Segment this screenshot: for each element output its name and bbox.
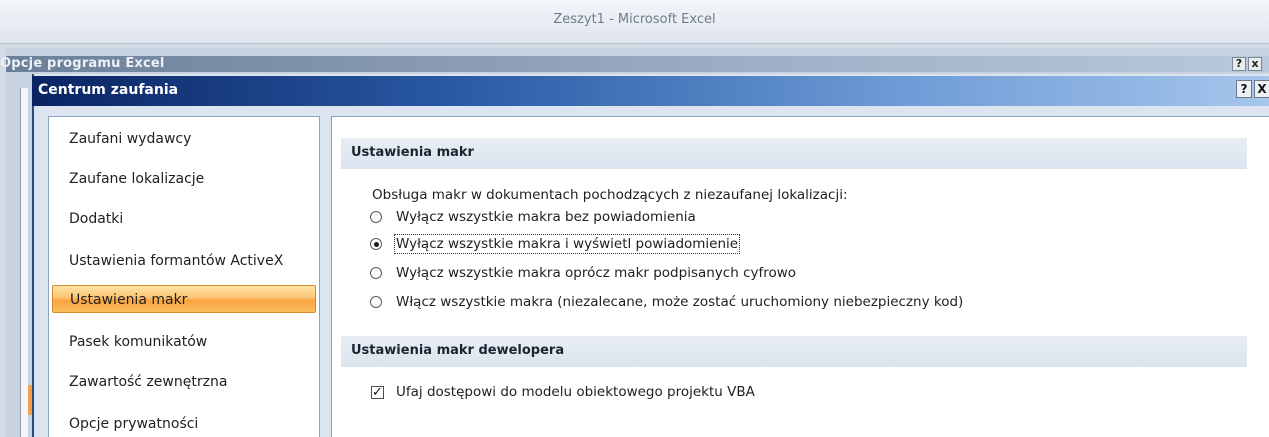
macro-option-label: Włącz wszystkie makra (niezalecane, może… [396,294,964,310]
developer-settings-header-label: Ustawienia makr dewelopera [351,343,565,358]
macro-option-label: Wyłącz wszystkie makra i wyświetl powiad… [393,234,741,254]
macro-option-label: Wyłącz wszystkie makra bez powiadomienia [396,209,696,225]
radio-button[interactable] [370,296,382,308]
nav-item-privacy-options[interactable]: Opcje prywatności [66,410,316,437]
options-close-button[interactable]: x [1248,57,1262,71]
trust-center-close-button[interactable]: X [1254,80,1269,98]
macro-settings-header-label: Ustawienia makr [351,145,474,160]
macro-settings-description: Obsługa makr w dokumentach pochodzących … [372,187,848,203]
nav-item-trusted-locations[interactable]: Zaufane lokalizacje [66,165,316,193]
macro-settings-header: Ustawienia makr [341,138,1247,169]
macro-option-label: Wyłącz wszystkie makra oprócz makr podpi… [396,265,797,281]
nav-item-message-bar[interactable]: Pasek komunikatów [66,328,316,356]
nav-item-trusted-publishers[interactable]: Zaufani wydawcy [66,125,316,153]
nav-item-external-content[interactable]: Zawartość zewnętrzna [66,368,316,396]
macro-option-disable-except-signed[interactable]: Wyłącz wszystkie makra oprócz makr podpi… [370,262,797,284]
excel-title-bar: Zeszyt1 - Microsoft Excel [0,0,1269,44]
radio-button[interactable] [370,267,382,279]
excel-options-title-buttons: ? x [1232,57,1262,71]
macro-option-disable-no-notification[interactable]: Wyłącz wszystkie makra bez powiadomienia [370,206,697,228]
excel-options-title-bar [6,56,1269,72]
trust-vba-checkbox[interactable]: ✓ [371,385,384,399]
radio-button[interactable] [370,211,382,223]
excel-options-panel-edge [20,88,28,437]
trust-vba-option[interactable]: ✓ Ufaj dostępowi do modelu obiektowego p… [371,384,755,400]
trust-center-title: Centrum zaufania [38,82,179,98]
nav-item-activex-settings[interactable]: Ustawienia formantów ActiveX [66,247,316,275]
trust-center-help-button[interactable]: ? [1236,80,1252,98]
trust-center-title-bar [32,76,1269,106]
macro-option-enable-all[interactable]: Włącz wszystkie makra (niezalecane, może… [370,291,964,313]
excel-options-title: Opcje programu Excel [0,56,165,71]
options-help-button[interactable]: ? [1232,57,1246,71]
excel-window-title: Zeszyt1 - Microsoft Excel [553,12,716,27]
nav-item-macro-settings[interactable]: Ustawienia makr [52,285,316,313]
radio-button-selected[interactable] [370,238,382,250]
trust-center-title-buttons: ? X [1236,80,1269,98]
macro-option-disable-with-notification[interactable]: Wyłącz wszystkie makra i wyświetl powiad… [370,233,741,255]
developer-settings-header: Ustawienia makr dewelopera [341,336,1247,367]
trust-center-nav: Zaufani wydawcy Zaufane lokalizacje Doda… [48,116,320,437]
nav-item-add-ins[interactable]: Dodatki [66,205,316,233]
trust-vba-label: Ufaj dostępowi do modelu obiektowego pro… [396,384,755,400]
